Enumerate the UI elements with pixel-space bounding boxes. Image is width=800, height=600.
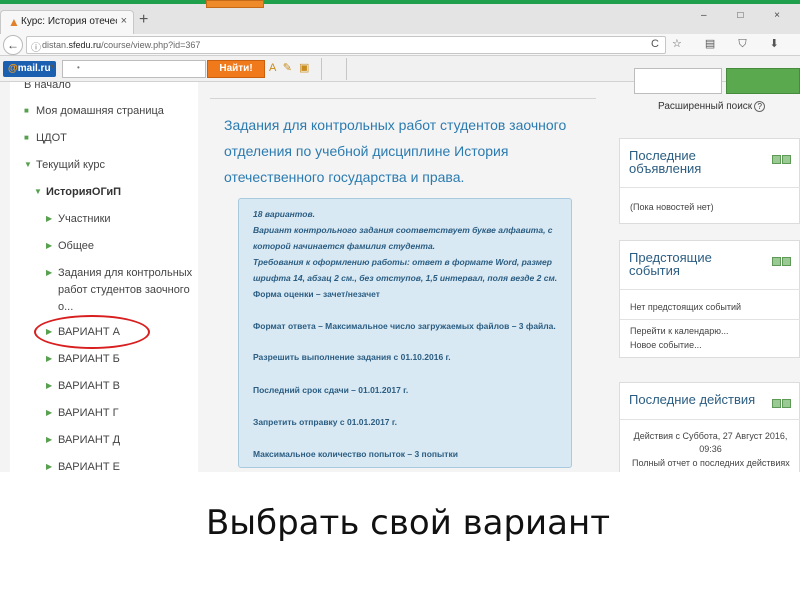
- description-line: шрифта 14, абзац 2 см., без отступов, 1,…: [253, 273, 558, 283]
- back-button[interactable]: ←: [3, 35, 23, 55]
- calendar-link[interactable]: Перейти к календарю...: [630, 325, 728, 338]
- browser-screenshot: ▲ Курс: История отечестве... × + – □ × ←…: [0, 0, 800, 472]
- description-line: Разрешить выполнение задания с 01.10.201…: [253, 352, 451, 362]
- full-report-link[interactable]: Полный отчет о последних действиях: [632, 457, 790, 470]
- block-title: Последние объявления: [629, 148, 702, 176]
- tab-course[interactable]: ▲ Курс: История отечестве... ×: [0, 10, 134, 34]
- divider: [620, 419, 800, 420]
- description-line: Запретить отправку с 01.01.2017 г.: [253, 417, 397, 427]
- description-line: Форма оценки – зачет/незачет: [253, 289, 380, 299]
- tab-title: Курс: История отечестве...: [21, 16, 117, 27]
- description-line: Максимальное количество попыток – 3 попы…: [253, 449, 458, 459]
- search-caret: •: [77, 63, 80, 72]
- assignment-title: Задания для контрольных работ студентов …: [224, 112, 584, 190]
- activity-block: Последние действия Действия с Суббота, 2…: [619, 382, 800, 472]
- toolbar-icons[interactable]: ☆ ▤ ⛉ ⬇ ➤ ≡: [672, 37, 800, 51]
- reload-icon[interactable]: C: [651, 38, 659, 50]
- course-search-input[interactable]: [634, 68, 722, 94]
- no-events-text: Нет предстоящих событий: [630, 302, 742, 312]
- navigation-bar: ← ⓘ distan.sfedu.ru/course/view.php?id=3…: [0, 34, 800, 56]
- page-content: В начало ■ Моя домашняя страница ■ ЦДОТ …: [0, 68, 800, 472]
- news-empty-text: (Пока новостей нет): [630, 202, 714, 212]
- block-controls-icon[interactable]: [771, 151, 793, 164]
- moodle-favicon-icon: ▲: [8, 15, 20, 29]
- new-event-link[interactable]: Новое событие...: [630, 339, 702, 352]
- navigation-block: В начало ■ Моя домашняя страница ■ ЦДОТ …: [10, 82, 198, 472]
- find-button[interactable]: Найти!: [207, 60, 265, 78]
- advanced-search-link[interactable]: Расширенный поиск?: [658, 101, 766, 112]
- right-sidebar: Расширенный поиск? Последние объявления …: [608, 68, 800, 472]
- course-search-button[interactable]: [726, 68, 800, 94]
- divider: [620, 289, 800, 290]
- help-icon[interactable]: ?: [754, 101, 766, 112]
- events-block: Предстоящие события Нет предстоящих собы…: [619, 240, 800, 358]
- activity-since-text: Действия с Суббота, 27 Август 2016, 09:3…: [633, 431, 788, 454]
- slide-caption: Выбрать свой вариант: [205, 503, 611, 543]
- news-block: Последние объявления (Пока новостей нет): [619, 138, 800, 224]
- divider: [620, 187, 800, 188]
- description-line: Последний срок сдачи – 01.01.2017 г.: [253, 385, 409, 395]
- background-find-button: [206, 0, 264, 8]
- block-controls-icon[interactable]: [771, 395, 793, 408]
- description-line: Формат ответа – Максимальное число загру…: [253, 321, 556, 331]
- description-line: Вариант контрольного задания соответству…: [253, 225, 553, 235]
- mail-toolbar-tools[interactable]: A ✎ ▣: [269, 61, 311, 74]
- divider: [210, 98, 596, 99]
- toolbar-divider: [346, 58, 347, 80]
- description-line: Требования к оформлению работы: ответ в …: [253, 257, 552, 267]
- divider: [620, 319, 800, 320]
- assignment-title-line: отделения по учебной дисциплине История: [224, 143, 509, 159]
- highlight-circle: [34, 315, 150, 349]
- chevron-down-icon[interactable]: ▾: [50, 62, 54, 71]
- tab-close-icon[interactable]: ×: [121, 15, 127, 27]
- mail-ru-logo[interactable]: @mail.ru: [3, 61, 56, 77]
- toolbar-divider: [321, 58, 322, 80]
- block-title: Предстоящие события: [629, 250, 712, 278]
- description-line: которой начинается фамилия студента.: [253, 241, 436, 251]
- info-icon[interactable]: ⓘ: [31, 39, 41, 54]
- new-tab-button[interactable]: +: [139, 11, 148, 29]
- tab-strip: ▲ Курс: История отечестве... × + – □ ×: [0, 0, 800, 34]
- description-line: 18 вариантов.: [253, 209, 315, 219]
- block-controls-icon[interactable]: [771, 253, 793, 266]
- tab-strip-top-border: [0, 0, 800, 4]
- address-bar[interactable]: ⓘ distan.sfedu.ru/course/view.php?id=367…: [26, 36, 666, 54]
- url-text[interactable]: distan.sfedu.ru/course/view.php?id=367: [42, 40, 200, 50]
- window-controls[interactable]: – □ ×: [701, 10, 794, 21]
- main-region: Задания для контрольных работ студентов …: [208, 82, 600, 472]
- block-title: Последние действия: [629, 392, 756, 407]
- assignment-description: 18 вариантов. Вариант контрольного задан…: [238, 198, 572, 468]
- assignment-title-line: отечественного государства и права.: [224, 169, 465, 185]
- assignment-title-line: Задания для контрольных работ студентов …: [224, 117, 567, 133]
- mail-search-input[interactable]: •: [62, 60, 206, 78]
